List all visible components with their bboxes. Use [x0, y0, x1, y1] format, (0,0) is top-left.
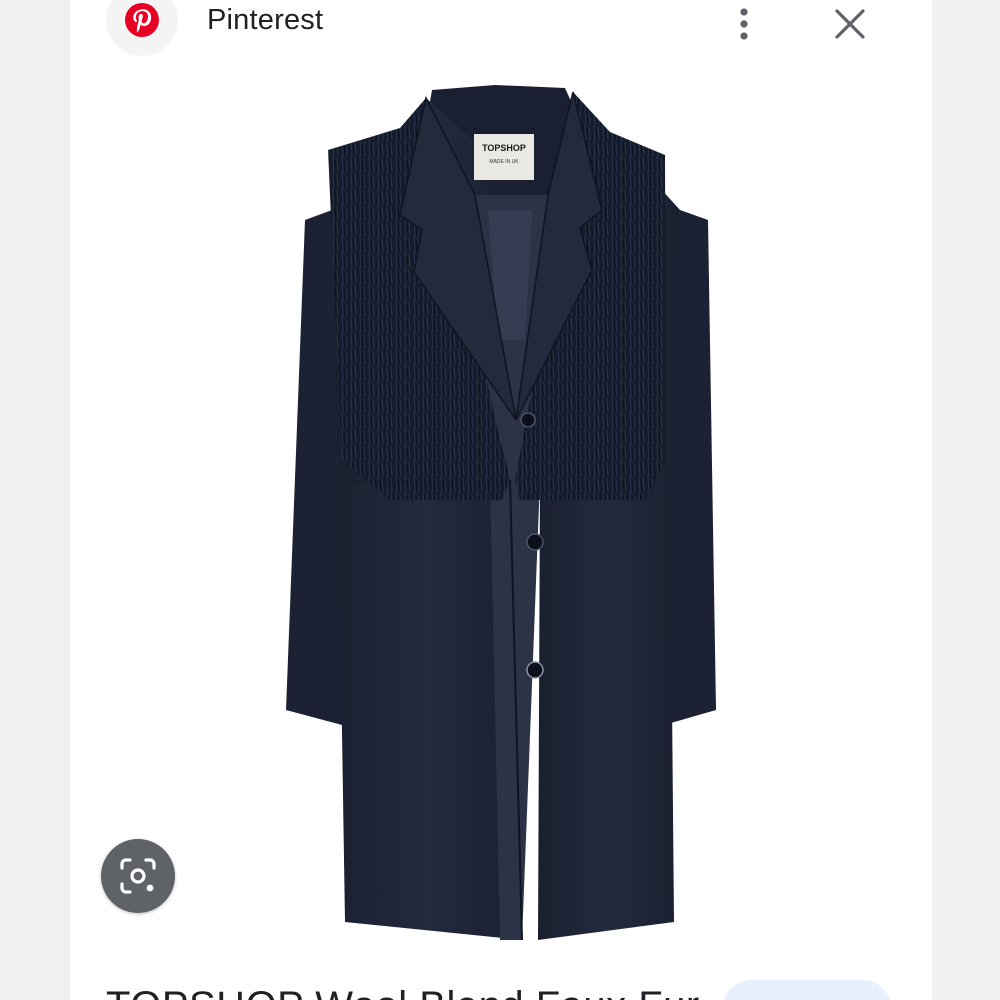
result-title[interactable]: TOPSHOP Wool Blend Faux Fur — [106, 980, 706, 1000]
close-icon — [835, 9, 865, 39]
lens-search-button[interactable] — [101, 839, 175, 913]
more-options-button[interactable] — [726, 4, 762, 44]
brand-label: TOPSHOP MADE IN UK — [474, 134, 534, 180]
source-logo[interactable] — [106, 0, 178, 56]
lens-search-icon — [120, 858, 156, 894]
source-name[interactable]: Pinterest — [207, 4, 323, 37]
coat-button-2 — [526, 533, 544, 551]
result-title-text: TOPSHOP Wool Blend Faux Fur — [106, 984, 706, 1000]
product-image[interactable]: TOPSHOP MADE IN UK — [70, 60, 932, 975]
result-card: Pinterest TOPSHOP MADE IN UK — [70, 0, 932, 1000]
close-button[interactable] — [830, 4, 870, 44]
more-vertical-icon — [740, 8, 748, 40]
coat-button-1 — [520, 412, 536, 428]
coat-button-3 — [526, 661, 544, 679]
visit-button[interactable] — [722, 980, 892, 1000]
brand-label-line1: TOPSHOP — [482, 143, 526, 153]
result-header: Pinterest — [70, 0, 932, 60]
brand-label-line2: MADE IN UK — [489, 159, 519, 165]
pinterest-logo-icon — [125, 3, 159, 37]
